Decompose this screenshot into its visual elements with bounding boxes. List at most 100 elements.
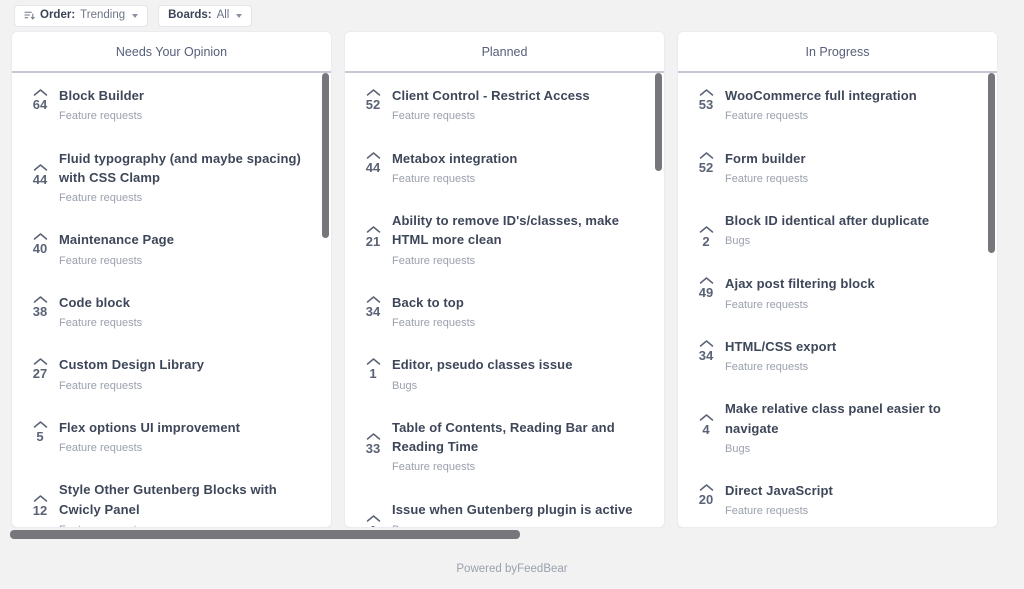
vertical-scrollbar[interactable] — [655, 73, 662, 527]
upvote-button[interactable]: 12 — [21, 480, 59, 518]
list-item-title[interactable]: Direct JavaScript — [725, 481, 983, 500]
list-item[interactable]: 49 Ajax post filtering block Feature reque… — [678, 261, 997, 324]
list-item-title[interactable]: Make relative class panel easier to navi… — [725, 399, 983, 437]
list-item-title[interactable]: Metabox integration — [392, 149, 650, 168]
list-item[interactable]: 44 Metabox integration Feature requests — [345, 136, 664, 199]
list-item-title[interactable]: Client Control - Restrict Access — [392, 86, 650, 105]
list-item[interactable]: 53 WooCommerce full integration Feature re… — [678, 73, 997, 136]
list-item[interactable]: 34 HTML/CSS export Feature requests — [678, 324, 997, 387]
list-item[interactable]: 20 Direct JavaScript Feature requests — [678, 468, 997, 527]
list-item[interactable]: 21 Ability to remove ID's/classes, make H… — [345, 198, 664, 280]
footer-brand-link[interactable]: FeedBear — [517, 563, 568, 575]
list-item-board: Feature requests — [59, 379, 143, 392]
upvote-button[interactable]: 34 — [354, 293, 392, 319]
vote-count: 5 — [36, 428, 44, 444]
list-item[interactable]: 12 Style Other Gutenberg Blocks with Cwic… — [12, 467, 331, 527]
upvote-button[interactable]: 4 — [687, 399, 725, 437]
list-item-title[interactable]: Style Other Gutenberg Blocks with Cwicly… — [59, 480, 317, 518]
list-item-content: Ajax post filtering block Feature request… — [725, 274, 983, 312]
list-item[interactable]: 1 Issue when Gutenberg plugin is active Bu… — [345, 487, 664, 527]
list-item-title[interactable]: Fluid typography (and maybe spacing) wit… — [59, 149, 317, 187]
vote-count: 20 — [698, 492, 714, 508]
upvote-button[interactable]: 40 — [21, 230, 59, 256]
list-item-content: Direct JavaScript Feature requests — [725, 481, 983, 519]
vote-count: 44 — [32, 171, 48, 187]
vote-count: 40 — [32, 241, 48, 257]
upvote-button[interactable]: 1 — [354, 355, 392, 381]
upvote-button[interactable]: 44 — [354, 149, 392, 175]
upvote-button[interactable]: 38 — [21, 293, 59, 319]
list-item[interactable]: 33 Table of Contents, Reading Bar and Rea… — [345, 405, 664, 487]
boards-dropdown-button[interactable]: Boards: All — [158, 4, 253, 27]
list-item-content: Style Other Gutenberg Blocks with Cwicly… — [59, 480, 317, 527]
list-item-title[interactable]: Custom Design Library — [59, 355, 317, 374]
list-item-title[interactable]: Block ID identical after duplicate — [725, 211, 983, 230]
list-item-content: Issue when Gutenberg plugin is active Bug… — [392, 500, 650, 527]
list-item-title[interactable]: Maintenance Page — [59, 230, 317, 249]
list-item-title[interactable]: Ajax post filtering block — [725, 274, 983, 293]
chevron-down-icon — [236, 13, 243, 18]
list-item[interactable]: 1 Editor, pseudo classes issue Bugs — [345, 342, 664, 405]
list-item-title[interactable]: Table of Contents, Reading Bar and Readi… — [392, 418, 650, 456]
list-item[interactable]: 34 Back to top Feature requests — [345, 280, 664, 343]
list-item-content: Make relative class panel easier to navi… — [725, 399, 983, 456]
list-item[interactable]: 4 Make relative class panel easier to nav… — [678, 386, 997, 468]
vote-count: 38 — [32, 303, 48, 319]
list-item[interactable]: 38 Code block Feature requests — [12, 280, 331, 343]
list-item-title[interactable]: Ability to remove ID's/classes, make HTM… — [392, 211, 650, 249]
list-item[interactable]: 52 Client Control - Restrict Access Featur… — [345, 73, 664, 136]
column-list[interactable]: 64 Block Builder Feature requests 44 Fluid t… — [12, 73, 331, 527]
upvote-button[interactable]: 1 — [354, 500, 392, 527]
list-item-title[interactable]: Back to top — [392, 293, 650, 312]
list-item-title[interactable]: Form builder — [725, 149, 983, 168]
list-item-content: Custom Design Library Feature requests — [59, 355, 317, 393]
upvote-button[interactable]: 52 — [354, 86, 392, 112]
upvote-button[interactable]: 21 — [354, 211, 392, 249]
list-item-board: Bugs — [392, 523, 650, 527]
upvote-button[interactable]: 33 — [354, 418, 392, 456]
column-list[interactable]: 52 Client Control - Restrict Access Featur… — [345, 73, 664, 527]
upvote-button[interactable]: 44 — [21, 149, 59, 187]
list-item-board: Feature requests — [725, 110, 809, 123]
list-item[interactable]: 64 Block Builder Feature requests — [12, 73, 331, 136]
list-item-board: Bugs — [725, 235, 751, 248]
list-item[interactable]: 44 Fluid typography (and maybe spacing) w… — [12, 136, 331, 218]
upvote-button[interactable]: 52 — [687, 149, 725, 175]
list-item[interactable]: 52 Form builder Feature requests — [678, 136, 997, 199]
vertical-scrollbar-thumb[interactable] — [655, 73, 662, 171]
upvote-button[interactable]: 49 — [687, 274, 725, 300]
vertical-scrollbar-thumb[interactable] — [988, 73, 995, 253]
vertical-scrollbar-thumb[interactable] — [322, 73, 329, 238]
upvote-button[interactable]: 2 — [687, 211, 725, 249]
list-item[interactable]: 2 Block ID identical after duplicate Bugs — [678, 198, 997, 261]
upvote-button[interactable]: 64 — [21, 86, 59, 112]
list-item-title[interactable]: Editor, pseudo classes issue — [392, 355, 650, 374]
list-item-board: Feature requests — [392, 172, 476, 185]
list-item[interactable]: 27 Custom Design Library Feature requests — [12, 342, 331, 405]
horizontal-scrollbar-thumb[interactable] — [10, 530, 520, 539]
list-item-title[interactable]: Flex options UI improvement — [59, 418, 317, 437]
list-item-content: Flex options UI improvement Feature reque… — [59, 418, 317, 456]
upvote-button[interactable]: 53 — [687, 86, 725, 112]
list-item-board: Feature requests — [392, 254, 476, 267]
order-dropdown-button[interactable]: Order: Trending — [14, 4, 149, 27]
list-item-title[interactable]: Issue when Gutenberg plugin is active — [392, 500, 650, 519]
list-item-board: Feature requests — [59, 442, 143, 455]
list-item-title[interactable]: HTML/CSS export — [725, 337, 983, 356]
upvote-button[interactable]: 5 — [21, 418, 59, 444]
vertical-scrollbar[interactable] — [988, 73, 995, 527]
list-item[interactable]: 40 Maintenance Page Feature requests — [12, 217, 331, 280]
vertical-scrollbar[interactable] — [322, 73, 329, 527]
horizontal-scrollbar[interactable] — [0, 528, 1024, 542]
list-item-title[interactable]: WooCommerce full integration — [725, 86, 983, 105]
column-list[interactable]: 53 WooCommerce full integration Feature re… — [678, 73, 997, 527]
list-item-title[interactable]: Code block — [59, 293, 317, 312]
list-item-board: Feature requests — [59, 523, 317, 527]
upvote-button[interactable]: 34 — [687, 337, 725, 363]
upvote-button[interactable]: 20 — [687, 481, 725, 507]
list-item-title[interactable]: Block Builder — [59, 86, 317, 105]
column-title: Needs Your Opinion — [12, 32, 331, 73]
list-item-board: Feature requests — [59, 192, 143, 204]
upvote-button[interactable]: 27 — [21, 355, 59, 381]
list-item[interactable]: 5 Flex options UI improvement Feature requ… — [12, 405, 331, 468]
